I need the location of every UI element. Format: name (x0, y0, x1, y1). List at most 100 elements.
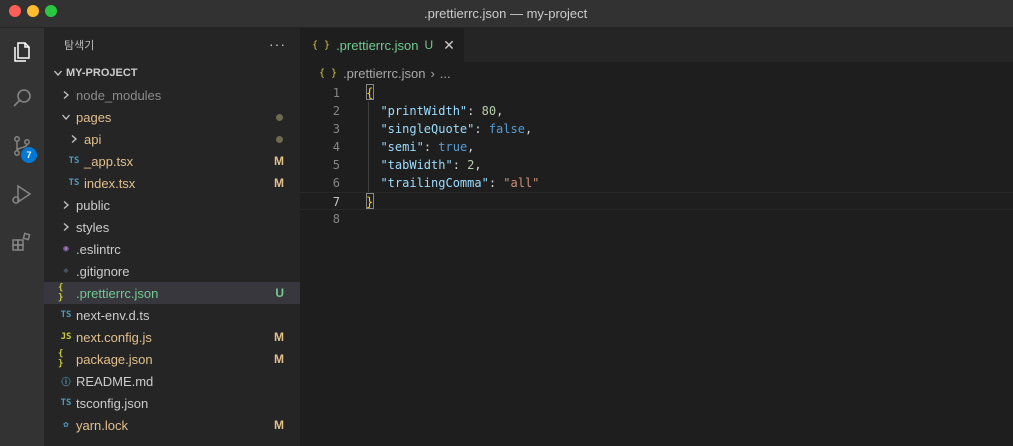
file-tree: node_modulespages api TS _app.tsx M TS index.t… (44, 84, 300, 436)
json-file-icon: { } (58, 349, 64, 369)
explorer-sidebar: 탐색기 ··· MY-PROJECT node_modulespages api T… (44, 28, 300, 446)
tree-item[interactable]: ◉ .eslintrc (44, 238, 300, 260)
editor-area: { } .prettierrc.json U ✕ { } .prettierrc… (300, 28, 1013, 446)
breadcrumb-more[interactable]: ... (440, 66, 451, 81)
close-tab-icon[interactable]: ✕ (443, 37, 455, 54)
tree-item-label: next.config.js (76, 329, 152, 345)
code-token: , (496, 104, 504, 118)
code-token: , (524, 122, 533, 136)
code-line: 2 "printWidth": 80, (300, 102, 1013, 120)
git-status-badge: M (274, 176, 284, 190)
chevron-right-icon (58, 200, 74, 210)
code-text: "singleQuote": false, (366, 120, 532, 138)
sidebar-header: 탐색기 ··· (44, 28, 300, 62)
typescript-file-icon: TS (60, 310, 72, 320)
tree-item-label: api (84, 131, 102, 147)
typescript-file-icon: TS (68, 156, 80, 166)
code-token: , (467, 140, 475, 154)
tree-item[interactable]: TS index.tsx M (44, 172, 300, 194)
code-line: 1{ (300, 84, 1013, 102)
code-token: : (452, 158, 468, 172)
sidebar-title: 탐색기 (64, 40, 95, 52)
breadcrumb-separator: › (430, 65, 435, 81)
json-file-icon: { } (58, 283, 64, 303)
yarn-file-icon: ✿ (63, 420, 69, 430)
git-status-badge: M (274, 352, 284, 366)
chevron-right-icon (58, 222, 74, 232)
tab-prettierrc[interactable]: { } .prettierrc.json U ✕ (300, 28, 464, 62)
info-icon: ⓘ (61, 377, 71, 388)
chevron-right-icon (66, 134, 82, 144)
tree-item[interactable]: ◆ .gitignore (44, 260, 300, 282)
code-token: "printWidth" (380, 104, 468, 118)
modified-dot (276, 135, 283, 143)
tree-item[interactable]: styles (44, 216, 300, 238)
tree-item[interactable]: TS next-env.d.ts (44, 304, 300, 326)
project-section-header[interactable]: MY-PROJECT (44, 62, 300, 84)
tree-item[interactable]: { } package.json M (44, 348, 300, 370)
code-token: : (423, 140, 439, 154)
activity-bar: 7 (0, 28, 44, 446)
tree-item-label: tsconfig.json (76, 395, 149, 411)
modified-dot (276, 113, 283, 121)
more-actions-button[interactable]: ··· (269, 36, 286, 52)
tab-label: .prettierrc.json (336, 37, 419, 53)
tree-item[interactable]: TS tsconfig.json (44, 392, 300, 414)
tree-item[interactable]: api (44, 128, 300, 150)
run-debug-icon[interactable] (6, 178, 38, 210)
tree-item-label: index.tsx (84, 175, 136, 191)
line-number: 5 (332, 158, 340, 172)
tree-item[interactable]: pages (44, 106, 300, 128)
json-file-icon: { } (319, 67, 338, 79)
explorer-icon[interactable] (6, 36, 38, 68)
tree-item[interactable]: { } .prettierrc.json U (44, 282, 300, 304)
code-text: "semi": true, (366, 138, 474, 156)
tree-item[interactable]: ⓘ README.md (44, 370, 300, 392)
code-token: "trailingComma" (380, 176, 489, 190)
extensions-icon[interactable] (6, 226, 38, 258)
code-text: "trailingComma": "all" (366, 174, 539, 192)
line-number: 2 (332, 104, 340, 118)
code-token: , (474, 158, 482, 172)
code-line: 5 "tabWidth": 2, (300, 156, 1013, 174)
breadcrumb-file[interactable]: .prettierrc.json (343, 66, 425, 81)
project-name: MY-PROJECT (66, 67, 138, 79)
line-number: 1 (332, 86, 340, 100)
tab-status-badge: U (424, 38, 434, 52)
code-token: "tabWidth" (380, 158, 453, 172)
tree-item-label: yarn.lock (76, 417, 129, 433)
tree-item-label: public (76, 197, 110, 213)
code-token: : (488, 176, 504, 190)
git-status-badge: M (274, 418, 284, 432)
tree-item[interactable]: TS _app.tsx M (44, 150, 300, 172)
typescript-file-icon: TS (68, 178, 80, 188)
code-editor[interactable]: 1{2 "printWidth": 80, 3 "singleQuote": fa… (300, 84, 1013, 228)
chevron-down-icon (50, 68, 66, 78)
line-number: 7 (332, 195, 340, 209)
tree-item[interactable]: public (44, 194, 300, 216)
code-token: "semi" (380, 140, 424, 154)
tree-item-label: node_modules (76, 87, 162, 103)
git-status-badge: M (274, 154, 284, 168)
code-text: "tabWidth": 2, (366, 156, 482, 174)
tree-item-label: _app.tsx (84, 153, 134, 169)
eslint-file-icon: ◉ (63, 244, 69, 254)
code-line: 3 "singleQuote": false, (300, 120, 1013, 138)
tree-item[interactable]: ✿ yarn.lock M (44, 414, 300, 436)
code-token: : (474, 122, 489, 136)
git-status-badge: U (275, 286, 284, 300)
git-file-icon: ◆ (63, 266, 69, 276)
tree-item-label: styles (76, 219, 110, 235)
chevron-down-icon (58, 112, 74, 122)
tree-item[interactable]: node_modules (44, 84, 300, 106)
tree-item[interactable]: JS next.config.js M (44, 326, 300, 348)
tree-item-label: next-env.d.ts (76, 307, 150, 323)
source-control-badge: 7 (21, 147, 37, 163)
line-number: 3 (332, 122, 340, 136)
search-icon[interactable] (6, 82, 38, 114)
bracket-match-highlight (366, 193, 374, 209)
code-token: false (488, 122, 525, 136)
